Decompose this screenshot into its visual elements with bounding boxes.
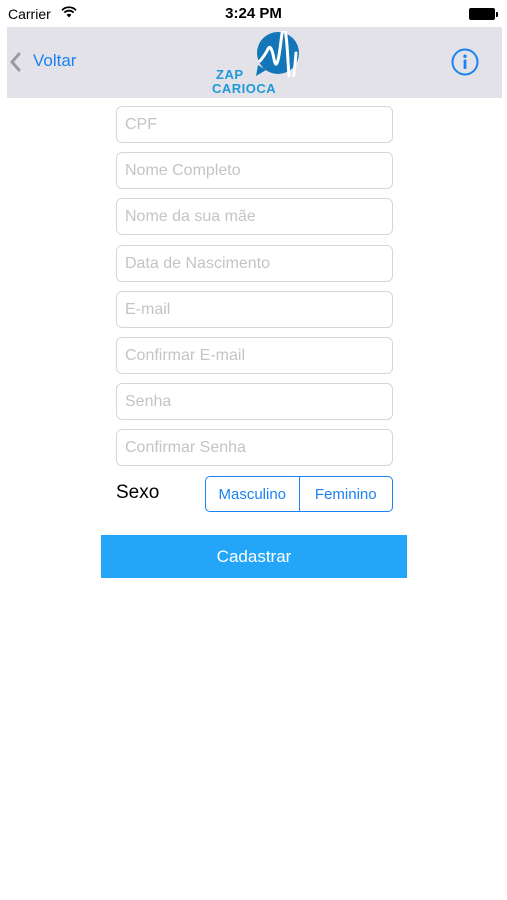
sexo-label: Sexo (116, 482, 160, 503)
confirm-email-field[interactable] (116, 337, 393, 374)
confirm-password-input[interactable] (117, 430, 392, 465)
confirm-password-field[interactable] (116, 429, 393, 466)
confirm-email-input[interactable] (117, 338, 392, 373)
status-bar: Carrier 3:24 PM (0, 0, 507, 27)
submit-button[interactable]: Cadastrar (101, 535, 407, 578)
full-name-input[interactable] (117, 153, 392, 188)
back-button[interactable]: Voltar (7, 27, 107, 98)
info-icon[interactable] (451, 48, 479, 76)
birth-date-input[interactable] (117, 246, 392, 281)
full-name-field[interactable] (116, 152, 393, 189)
birth-date-field[interactable] (116, 245, 393, 282)
sexo-segmented-control[interactable]: Masculino Feminino (205, 476, 393, 512)
segment-masculino[interactable]: Masculino (206, 477, 299, 511)
password-field[interactable] (116, 383, 393, 420)
back-label: Voltar (33, 51, 77, 70)
logo-text-zap: ZAP (216, 67, 244, 82)
chevron-left-icon (10, 52, 21, 72)
logo-text-carioca: CARIOCA (212, 81, 277, 96)
clock: 3:24 PM (225, 5, 282, 22)
email-field[interactable] (116, 291, 393, 328)
mother-name-input[interactable] (117, 199, 392, 234)
app-logo: ZAP CARIOCA (212, 31, 302, 96)
password-input[interactable] (117, 384, 392, 419)
navigation-bar: Voltar ZAP CARIOCA (7, 27, 502, 98)
logo-text: ZAP CARIOCA (212, 68, 276, 96)
email-input[interactable] (117, 292, 392, 327)
segment-feminino[interactable]: Feminino (298, 477, 393, 511)
battery-icon (469, 8, 499, 20)
cpf-field[interactable] (116, 106, 393, 143)
mother-name-field[interactable] (116, 198, 393, 235)
cpf-input[interactable] (117, 107, 392, 142)
